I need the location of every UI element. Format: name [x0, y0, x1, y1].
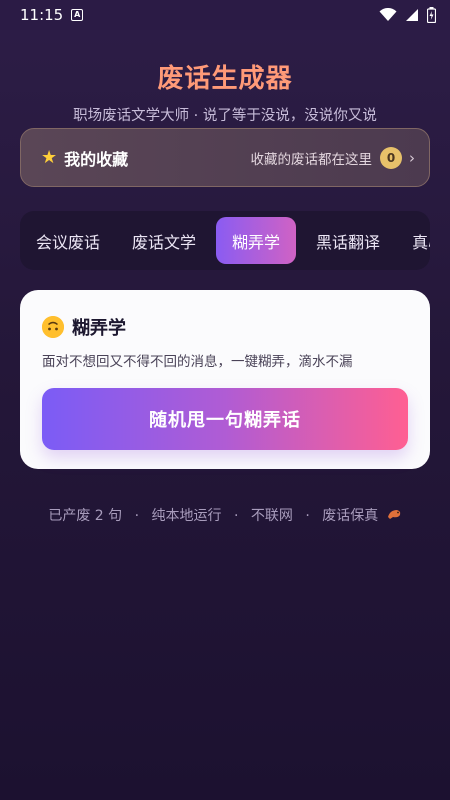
status-time: 11:15	[20, 6, 64, 24]
favorites-count-badge: 0	[380, 146, 402, 169]
footer-separator: ·	[134, 508, 140, 524]
wifi-icon	[379, 8, 397, 21]
footer-offline: 不联网	[250, 508, 293, 524]
tab-label: 黑话翻译	[316, 232, 381, 252]
favorites-title: 我的收藏	[64, 149, 129, 169]
tab-fooling[interactable]: 糊弄学	[216, 217, 297, 264]
generator-card: 糊弄学 面对不想回又不得不回的消息，一键糊弄，滴水不漏 随机甩一句糊弄话	[20, 290, 430, 469]
status-icons	[379, 7, 436, 23]
tab-sincere[interactable]: 真心	[400, 217, 430, 264]
category-tabs: 会议废话 废话文学 糊弄学 黑话翻译 真心	[20, 211, 430, 270]
app-subtitle: 职场废话文学大师 · 说了等于没说，没说你又说	[73, 108, 377, 124]
tab-label: 废话文学	[132, 232, 197, 252]
footer-fidelity: 废话保真	[322, 508, 379, 524]
app-title: 废话生成器	[157, 64, 293, 94]
chevron-right-icon: ›	[409, 148, 415, 167]
footer-separator: ·	[233, 508, 239, 524]
notification-a-icon: A	[71, 9, 84, 21]
card-description: 面对不想回又不得不回的消息，一键糊弄，滴水不漏	[42, 354, 353, 370]
favorites-description: 收藏的废话都在这里	[250, 151, 373, 168]
shrimp-icon	[386, 508, 402, 524]
favorites-card[interactable]: ★ 我的收藏 收藏的废话都在这里 0 ›	[20, 128, 430, 187]
footer-local: 纯本地运行	[151, 508, 222, 524]
tab-meeting[interactable]: 会议废话	[24, 217, 112, 264]
status-bar: 11:15 A	[0, 0, 450, 30]
cell-signal-icon	[406, 9, 418, 21]
footer-stats: 已产废 2 句 · 纯本地运行 · 不联网 · 废话保真	[0, 505, 450, 525]
tab-jargon-translation[interactable]: 黑话翻译	[304, 217, 392, 264]
generate-button[interactable]: 随机甩一句糊弄话	[42, 388, 408, 450]
battery-icon	[427, 7, 436, 23]
tab-label: 真心	[412, 232, 430, 252]
upside-down-face-icon	[42, 316, 64, 338]
footer-separator: ·	[305, 508, 310, 524]
card-header: 糊弄学	[42, 314, 408, 340]
tab-label: 会议废话	[36, 232, 101, 252]
tab-nonsense-literature[interactable]: 废话文学	[120, 217, 208, 264]
card-title: 糊弄学	[72, 318, 126, 339]
tab-label: 糊弄学	[232, 232, 281, 252]
favorites-right: 收藏的废话都在这里 0 ›	[250, 146, 415, 169]
footer-count: 已产废 2 句	[48, 508, 123, 524]
star-icon: ★	[41, 147, 58, 168]
